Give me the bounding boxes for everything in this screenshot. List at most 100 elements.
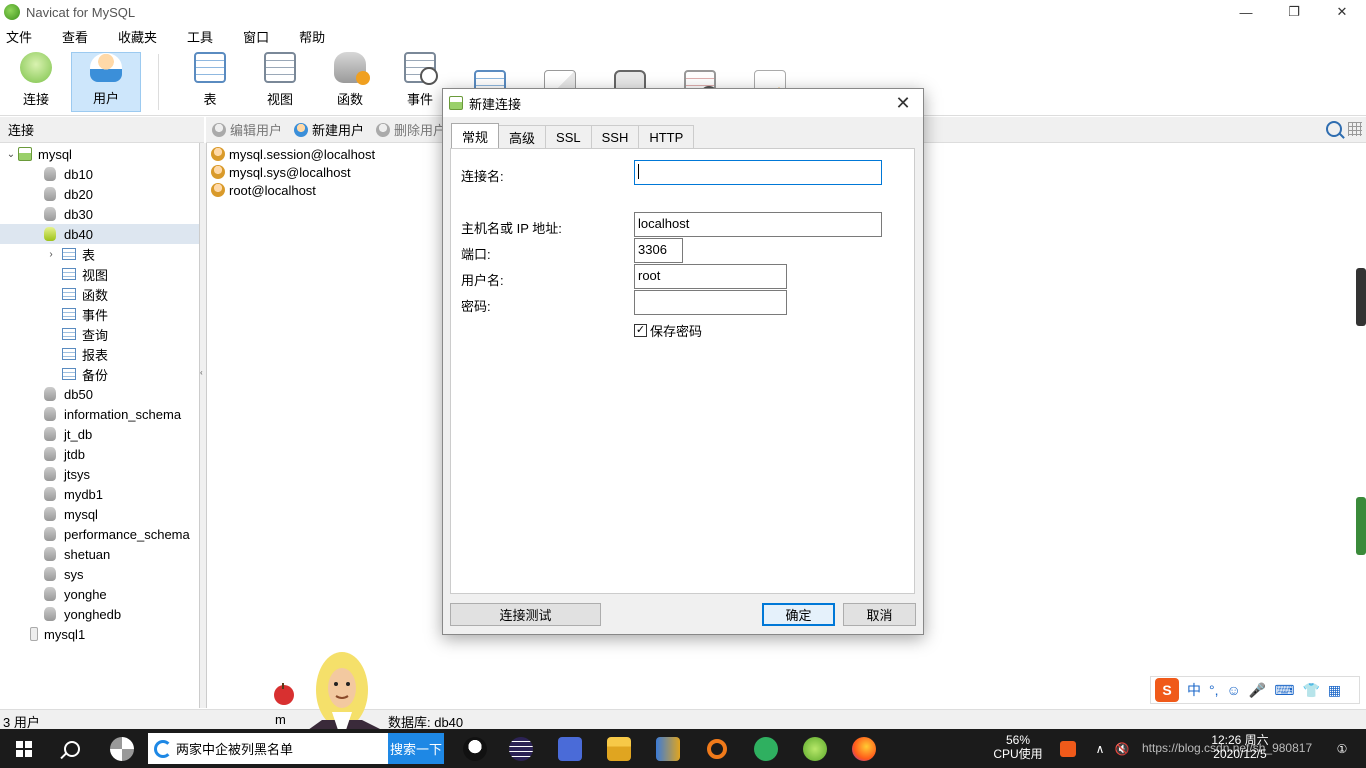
tab-ssl[interactable]: SSL [545,125,592,148]
tree-item[interactable]: yonghedb [0,604,199,624]
port-field[interactable]: 3306 [634,238,683,263]
tree-item[interactable]: information_schema [0,404,199,424]
tree-item[interactable]: db30 [0,204,199,224]
username-field[interactable]: root [634,264,787,289]
database-icon [44,207,56,221]
event-icon [404,52,438,85]
taskbar-firefox[interactable] [847,729,881,768]
database-icon [44,507,56,521]
sogou-ime-icon[interactable]: S [1155,678,1179,702]
host-field[interactable]: localhost [634,212,882,237]
test-connection-button[interactable]: 连接测试 [450,603,601,626]
menu-help[interactable]: 帮助 [293,27,339,46]
taskbar-navicat[interactable] [798,729,832,768]
ime-skin-icon[interactable]: 👕 [1302,682,1319,699]
menu-tools[interactable]: 工具 [181,27,227,46]
tree-item[interactable]: db50 [0,384,199,404]
tree-item[interactable]: › 表 [0,244,199,264]
tab-general[interactable]: 常规 [451,123,500,148]
tab-ssh[interactable]: SSH [590,125,640,148]
tree-item[interactable]: 报表 [0,344,199,364]
ime-grid-icon[interactable]: ▦ [1328,682,1341,699]
taskbar-app-fan[interactable] [98,729,146,768]
save-password-checkbox[interactable]: ✓ 保存密码 [634,321,702,340]
database-icon [44,167,56,181]
toolbar-function-button[interactable]: 函数 [315,52,385,112]
tree-item[interactable]: 事件 [0,304,199,324]
tree-item[interactable]: mydb1 [0,484,199,504]
list-item[interactable]: mysql.session@localhost [211,145,375,163]
search-icon[interactable] [1326,121,1342,137]
host-label: 主机名或 IP 地址: [461,221,562,236]
toolbar-view-button[interactable]: 视图 [245,52,315,112]
cancel-button[interactable]: 取消 [843,603,916,626]
ime-punct-icon[interactable]: °, [1209,682,1219,698]
taskbar-notepad[interactable] [749,729,783,768]
delete-user-button[interactable]: 删除用户 [376,120,446,139]
dialog-close-button[interactable]: ✕ [893,93,913,114]
tree-item[interactable]: performance_schema [0,524,199,544]
tree-item[interactable]: db40 [0,224,199,244]
tree-item[interactable]: yonghe [0,584,199,604]
taskbar-wps[interactable] [553,729,587,768]
ime-mic-icon[interactable]: 🎤 [1249,682,1266,699]
tree-item[interactable]: ⌄ mysql [0,144,199,164]
tree-caret-icon[interactable]: › [46,249,56,260]
list-item[interactable]: mysql.sys@localhost [211,163,351,181]
tree-item[interactable]: 函数 [0,284,199,304]
clock[interactable]: 12:26 周六 2020/12/5 [1198,733,1282,761]
tray-sogou[interactable] [1056,729,1080,768]
ie-icon [154,739,172,758]
taskbar-explorer[interactable] [602,729,636,768]
menu-favorites[interactable]: 收藏夹 [112,27,171,46]
menu-window[interactable]: 窗口 [237,27,283,46]
ok-button[interactable]: 确定 [762,603,835,626]
menu-file[interactable]: 文件 [0,27,46,46]
maximize-button[interactable]: ❐ [1270,0,1318,24]
tree-item[interactable]: 查询 [0,324,199,344]
close-window-button[interactable]: ✕ [1318,0,1366,24]
toolbar-connection-button[interactable]: 连接 [1,52,71,112]
tree-item[interactable]: db10 [0,164,199,184]
tab-advanced[interactable]: 高级 [498,125,547,148]
tree-item[interactable]: jt_db [0,424,199,444]
taskbar-search-button[interactable] [48,729,96,768]
list-item[interactable]: root@localhost [211,181,316,199]
ime-emoji-icon[interactable]: ☺ [1227,682,1241,698]
tree-item[interactable]: jtsys [0,464,199,484]
taskbar-qq[interactable] [458,729,492,768]
tray-expand-icon[interactable]: ∧ [1090,729,1110,768]
tree-item[interactable]: shetuan [0,544,199,564]
connection-name-field[interactable] [634,160,882,185]
browser-search-box[interactable]: 两家中企被列黑名单 [148,733,388,764]
tree-caret-icon[interactable]: ⌄ [6,149,16,160]
tree-item[interactable]: 备份 [0,364,199,384]
tree-item[interactable]: mysql1 [0,624,199,644]
tree-item[interactable]: mysql [0,504,199,524]
start-button[interactable] [0,729,48,768]
grid-view-icon[interactable] [1348,122,1362,136]
toolbar-table-button[interactable]: 表 [175,52,245,112]
tree-item[interactable]: db20 [0,184,199,204]
volume-icon[interactable]: 🔇 [1112,729,1132,768]
ime-lang-toggle[interactable]: 中 [1187,680,1201,700]
user-name: mysql.session@localhost [229,146,376,162]
edit-user-button[interactable]: 编辑用户 [212,120,282,139]
toolbar-user-button[interactable]: 用户 [71,52,141,112]
minimize-button[interactable]: — [1222,0,1270,24]
notification-icon[interactable]: ① [1332,729,1352,768]
new-user-button[interactable]: 新建用户 [294,120,364,139]
menu-view[interactable]: 查看 [56,27,102,46]
ime-keyboard-icon[interactable]: ⌨ [1274,682,1294,699]
taskbar-winrar[interactable] [651,729,685,768]
taskbar-search-app[interactable] [700,729,734,768]
ime-toolbar: S 中 °, ☺ 🎤 ⌨ 👕 ▦ [1150,676,1360,704]
tree-item[interactable]: sys [0,564,199,584]
tree-item[interactable]: 视图 [0,264,199,284]
tree-item[interactable]: jtdb [0,444,199,464]
tab-http[interactable]: HTTP [638,125,695,148]
search-go-button[interactable]: 搜索一下 [388,733,444,764]
tree-item-label: mysql1 [44,626,86,642]
taskbar-eclipse[interactable] [504,729,538,768]
password-field[interactable] [634,290,787,315]
